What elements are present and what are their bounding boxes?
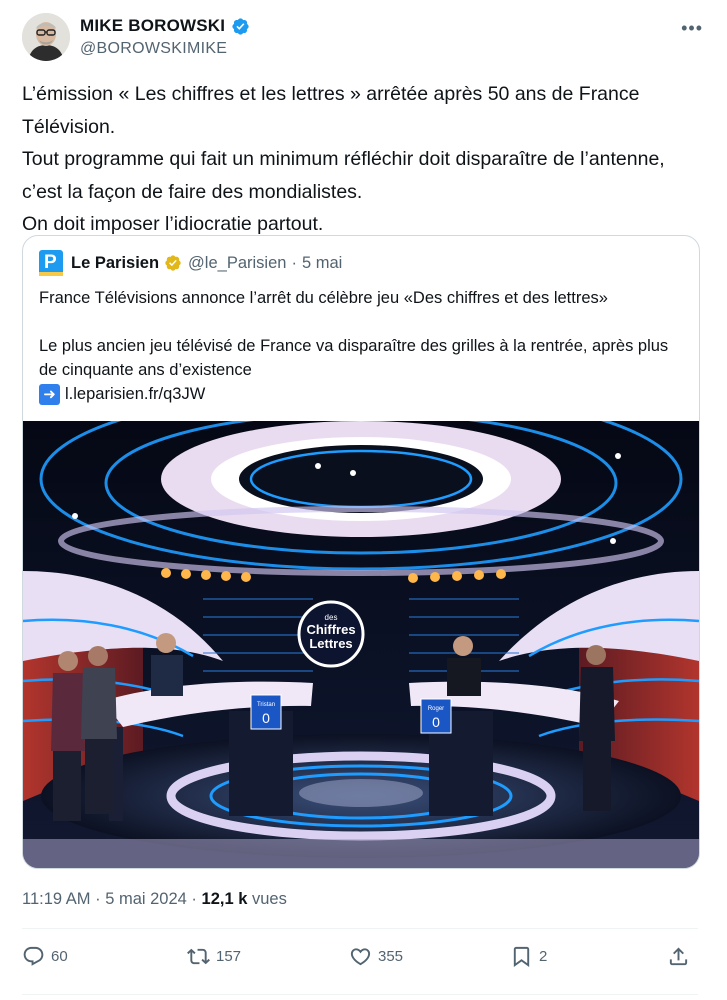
quoted-tweet-header: P Le Parisien @le_Parisien · 5 mai	[39, 250, 342, 276]
divider	[22, 994, 698, 995]
quoted-link[interactable]: l.leparisien.fr/q3JW	[65, 382, 205, 406]
meta-separator: ·	[95, 890, 101, 908]
bookmark-count: 2	[539, 948, 548, 965]
quoted-tweet[interactable]: P Le Parisien @le_Parisien · 5 mai Franc…	[22, 235, 700, 869]
score-label: Roger	[428, 706, 444, 712]
views-label: vues	[251, 890, 287, 908]
author-avatar[interactable]	[22, 13, 70, 61]
quoted-author-name[interactable]: Le Parisien	[71, 254, 159, 273]
show-logo-text: des	[325, 613, 338, 622]
bookmark-button[interactable]: 2	[510, 945, 547, 968]
quoted-text-line: Le plus ancien jeu télévisé de France va…	[39, 337, 669, 379]
retweet-icon	[187, 948, 210, 965]
quoted-text-line: France Télévisions annonce l’arrêt du cé…	[39, 289, 608, 307]
tweet: MIKE BOROWSKI @BOROWSKIMIKE ••• L’émissi…	[0, 0, 727, 1000]
quoted-link-row: ➜ l.leparisien.fr/q3JW	[39, 382, 689, 406]
share-button[interactable]	[667, 945, 696, 968]
author-name[interactable]: MIKE BOROWSKI	[80, 16, 250, 36]
like-button[interactable]: 355	[349, 945, 403, 968]
author-handle[interactable]: @BOROWSKIMIKE	[80, 40, 227, 58]
score-value: 0	[432, 714, 440, 730]
meta-separator: ·	[191, 890, 197, 908]
more-options-icon[interactable]: •••	[681, 18, 703, 39]
tweet-time[interactable]: 11:19 AM	[22, 890, 91, 908]
le-parisien-logo-icon: P	[39, 250, 63, 276]
retweet-count: 157	[216, 948, 242, 965]
tweet-text: L’émission « Les chiffres et les lettres…	[22, 78, 702, 241]
arrow-right-icon: ➜	[39, 383, 60, 405]
share-icon	[669, 947, 688, 966]
divider	[22, 928, 698, 929]
meta-separator: ·	[291, 253, 297, 272]
tweet-text-line: Tout programme qui fait un minimum réflé…	[22, 148, 665, 203]
quoted-tweet-date[interactable]: 5 mai	[302, 254, 342, 273]
show-logo-text: Chiffres	[306, 622, 355, 637]
tweet-date[interactable]: 5 mai 2024	[105, 890, 187, 908]
quoted-author-handle[interactable]: @le_Parisien	[188, 254, 286, 273]
quoted-tweet-body: France Télévisions annonce l’arrêt du cé…	[39, 286, 689, 406]
gold-verified-badge-icon	[165, 255, 181, 271]
reply-icon	[23, 946, 44, 966]
quoted-tweet-image[interactable]: des Chiffres Lettres Tristan 0 Roger 0	[23, 421, 699, 868]
show-logo-text: Lettres	[309, 636, 352, 651]
reply-button[interactable]: 60	[22, 945, 68, 968]
reply-count: 60	[51, 948, 68, 965]
author-name-text[interactable]: MIKE BOROWSKI	[80, 16, 225, 36]
like-icon	[350, 948, 371, 966]
tweet-text-line: L’émission « Les chiffres et les lettres…	[22, 83, 640, 138]
views-count: 12,1 k	[201, 890, 248, 908]
like-count: 355	[378, 948, 404, 965]
score-label: Tristan	[257, 702, 275, 708]
score-value: 0	[262, 710, 270, 726]
tweet-timestamp[interactable]: 11:19 AM · 5 mai 2024 · 12,1 k vues	[22, 890, 287, 909]
action-bar: 60 157 355 2	[22, 945, 698, 977]
retweet-button[interactable]: 157	[187, 945, 241, 968]
bookmark-icon	[513, 946, 530, 967]
verified-badge-icon	[232, 17, 249, 35]
